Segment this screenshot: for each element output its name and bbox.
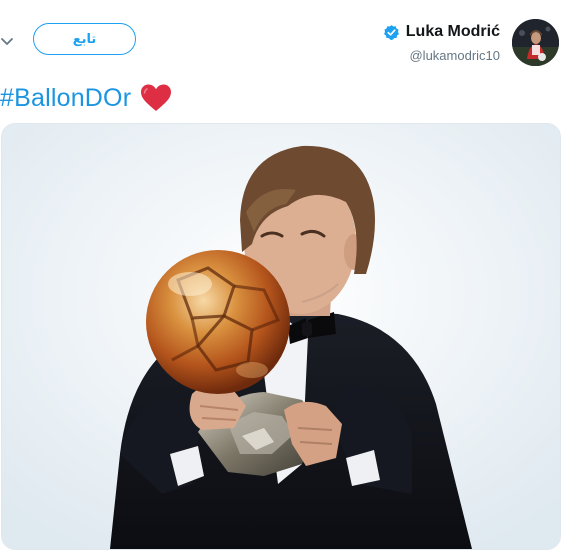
user-handle[interactable]: @lukamodric10 bbox=[383, 48, 500, 63]
tweet-text: #BallonDOr bbox=[0, 80, 173, 116]
tweet-photo[interactable] bbox=[1, 123, 561, 550]
avatar[interactable] bbox=[512, 19, 559, 66]
tweet-header: تابع Luka Modrić @lukamodric10 bbox=[0, 0, 574, 80]
user-info: Luka Modrić @lukamodric10 bbox=[383, 22, 500, 63]
chevron-down-icon[interactable] bbox=[0, 35, 14, 47]
follow-button-label: تابع bbox=[72, 31, 97, 46]
verified-badge-icon bbox=[383, 24, 400, 41]
red-heart-icon bbox=[139, 83, 173, 113]
display-name[interactable]: Luka Modrić bbox=[406, 23, 500, 41]
tweet-card: تابع Luka Modrić @lukamodric10 #BallonDO… bbox=[0, 0, 574, 558]
follow-button[interactable]: تابع bbox=[33, 23, 136, 55]
profile-photo-icon bbox=[512, 19, 559, 66]
name-row: Luka Modrić bbox=[383, 22, 500, 42]
hashtag-link[interactable]: #BallonDOr bbox=[0, 84, 131, 113]
photo-ballon-dor-kiss-icon bbox=[2, 124, 560, 549]
